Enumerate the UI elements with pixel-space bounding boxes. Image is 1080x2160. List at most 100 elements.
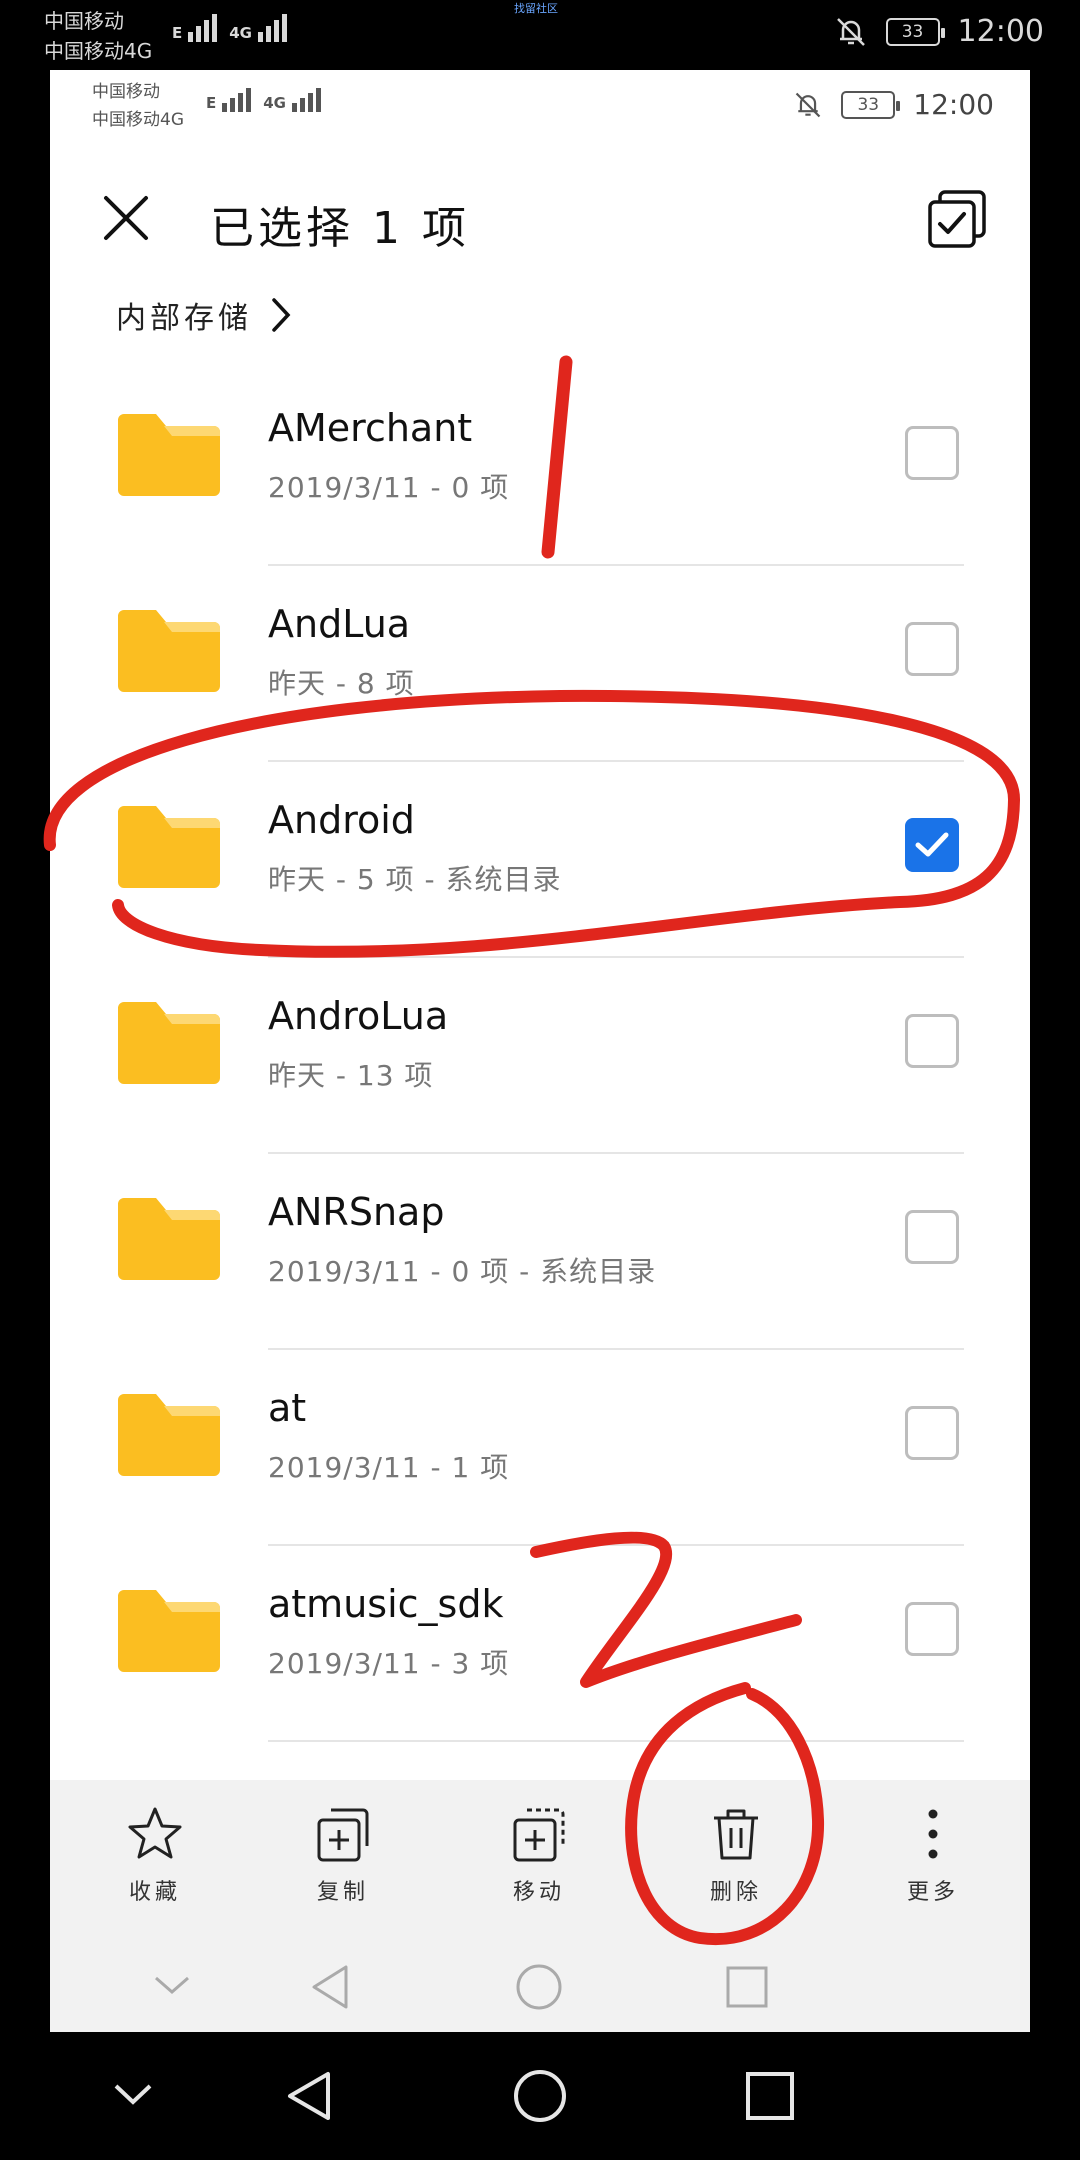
folder-name: atmusic_sdk bbox=[268, 1582, 504, 1626]
row-checkbox[interactable] bbox=[905, 1014, 959, 1068]
home-circle-icon[interactable] bbox=[512, 2068, 568, 2124]
folder-meta: 昨天 - 5 项 - 系统目录 bbox=[268, 863, 562, 896]
bell-off-icon bbox=[796, 92, 821, 117]
folder-meta: 2019/3/11 - 1 项 bbox=[268, 1451, 510, 1484]
carrier-2: 中国移动4G bbox=[44, 39, 153, 63]
copy-icon bbox=[317, 1808, 369, 1862]
copy-label: 复制 bbox=[316, 1880, 369, 1905]
more-button[interactable]: 更多 bbox=[858, 1804, 1008, 1906]
carrier-1: 中国移动 bbox=[92, 82, 160, 102]
battery-icon: 33 bbox=[885, 17, 945, 46]
net-4g-label: 4G bbox=[263, 94, 286, 112]
recents-square-icon[interactable] bbox=[722, 1962, 772, 2012]
status-right: 33 12:00 bbox=[834, 14, 1044, 49]
carrier-2: 中国移动4G bbox=[92, 110, 184, 130]
move-label: 移动 bbox=[512, 1880, 565, 1905]
signal-bars-icon bbox=[258, 14, 287, 42]
divider bbox=[268, 1740, 964, 1742]
selection-header: 已选择 1 项 bbox=[50, 170, 1030, 280]
select-all-icon bbox=[928, 190, 986, 248]
overlay-link[interactable]: 找留社区 bbox=[514, 0, 558, 16]
row-checkbox[interactable] bbox=[905, 1406, 959, 1460]
file-manager-screen: 中国移动 中国移动4G E 4G 33 12:00 已选择 1 项 内部存储 A… bbox=[50, 70, 1030, 2032]
bell-off-icon bbox=[836, 17, 865, 46]
status-right: 33 12:00 bbox=[793, 88, 994, 121]
row-checkbox[interactable] bbox=[905, 1602, 959, 1656]
star-icon bbox=[128, 1807, 182, 1859]
clock: 12:00 bbox=[913, 88, 994, 121]
home-circle-icon[interactable] bbox=[514, 1962, 564, 2012]
folder-row[interactable]: Android 昨天 - 5 项 - 系统目录 bbox=[50, 762, 1030, 958]
folder-icon bbox=[118, 610, 220, 692]
folder-icon bbox=[118, 1002, 220, 1084]
folder-icon bbox=[118, 1198, 220, 1280]
folder-row[interactable]: at 2019/3/11 - 1 项 bbox=[50, 1350, 1030, 1546]
row-checkbox[interactable] bbox=[905, 426, 959, 480]
folder-meta: 2019/3/11 - 3 项 bbox=[268, 1647, 510, 1680]
breadcrumb-label: 内部存储 bbox=[116, 301, 252, 336]
carrier-info: 中国移动 中国移动4G bbox=[92, 78, 184, 134]
more-label: 更多 bbox=[906, 1880, 959, 1905]
signal-bars-icon bbox=[292, 88, 321, 112]
chevron-right-icon bbox=[272, 298, 291, 332]
folder-icon bbox=[118, 414, 220, 496]
inner-status-bar: 中国移动 中国移动4G E 4G 33 12:00 bbox=[50, 70, 1030, 150]
recents-square-icon[interactable] bbox=[742, 2068, 798, 2124]
clock: 12:00 bbox=[957, 14, 1044, 49]
checkmark-icon bbox=[915, 832, 949, 857]
net-e-label: E bbox=[172, 24, 183, 42]
folder-icon bbox=[118, 1394, 220, 1476]
favorite-label: 收藏 bbox=[128, 1880, 181, 1905]
favorite-button[interactable]: 收藏 bbox=[80, 1804, 230, 1906]
delete-label: 删除 bbox=[709, 1880, 762, 1905]
folder-row[interactable]: AndLua 昨天 - 8 项 bbox=[50, 566, 1030, 762]
move-icon bbox=[513, 1808, 565, 1862]
delete-button[interactable]: 删除 bbox=[661, 1804, 811, 1906]
folder-meta: 2019/3/11 - 0 项 bbox=[268, 471, 510, 504]
signal-indicator: E 4G bbox=[206, 88, 321, 112]
folder-row[interactable]: ANRSnap 2019/3/11 - 0 项 - 系统目录 bbox=[50, 1154, 1030, 1350]
folder-list: AMerchant 2019/3/11 - 0 项 AndLua 昨天 - 8 … bbox=[50, 370, 1030, 1742]
chevron-down-icon[interactable] bbox=[150, 1962, 194, 2012]
trash-icon bbox=[714, 1809, 758, 1860]
row-checkbox[interactable] bbox=[905, 622, 959, 676]
folder-row[interactable]: atmusic_sdk 2019/3/11 - 3 项 bbox=[50, 1546, 1030, 1742]
move-button[interactable]: 移动 bbox=[464, 1804, 614, 1906]
close-button[interactable] bbox=[96, 188, 156, 248]
copy-button[interactable]: 复制 bbox=[268, 1804, 418, 1906]
outer-nav-bar bbox=[0, 2032, 1080, 2160]
folder-name: at bbox=[268, 1386, 307, 1430]
chevron-down-icon[interactable] bbox=[108, 2068, 158, 2118]
folder-icon bbox=[118, 1590, 220, 1672]
more-vertical-icon bbox=[928, 1809, 938, 1859]
outer-status-bar: 中国移动 中国移动4G E 4G 找留社区 33 12:00 bbox=[0, 0, 1080, 70]
inner-nav-bar bbox=[50, 1950, 1030, 2030]
breadcrumb[interactable]: 内部存储 bbox=[116, 280, 292, 350]
folder-meta: 2019/3/11 - 0 项 - 系统目录 bbox=[268, 1255, 657, 1288]
signal-indicator: E 4G bbox=[172, 14, 287, 42]
back-triangle-icon[interactable] bbox=[306, 1962, 356, 2012]
select-all-button[interactable] bbox=[926, 188, 988, 250]
close-icon bbox=[104, 196, 148, 240]
row-checkbox[interactable] bbox=[905, 1210, 959, 1264]
row-checkbox-checked[interactable] bbox=[905, 818, 959, 872]
folder-icon bbox=[118, 806, 220, 888]
carrier-info: 中国移动 中国移动4G bbox=[44, 6, 152, 66]
folder-name: AndroLua bbox=[268, 994, 449, 1038]
carrier-1: 中国移动 bbox=[44, 9, 124, 33]
back-triangle-icon[interactable] bbox=[282, 2068, 338, 2124]
signal-bars-icon bbox=[188, 14, 218, 42]
battery-icon: 33 bbox=[841, 90, 901, 119]
folder-row[interactable]: AndroLua 昨天 - 13 项 bbox=[50, 958, 1030, 1154]
folder-name: AndLua bbox=[268, 602, 411, 646]
page-title: 已选择 1 项 bbox=[210, 203, 470, 254]
folder-name: ANRSnap bbox=[268, 1190, 445, 1234]
net-e-label: E bbox=[206, 94, 217, 112]
folder-row[interactable]: AMerchant 2019/3/11 - 0 项 bbox=[50, 370, 1030, 566]
net-4g-label: 4G bbox=[229, 24, 252, 42]
folder-meta: 昨天 - 13 项 bbox=[268, 1059, 434, 1092]
signal-bars-icon bbox=[222, 88, 252, 112]
folder-name: Android bbox=[268, 798, 415, 842]
folder-meta: 昨天 - 8 项 bbox=[268, 667, 415, 700]
folder-name: AMerchant bbox=[268, 406, 473, 450]
